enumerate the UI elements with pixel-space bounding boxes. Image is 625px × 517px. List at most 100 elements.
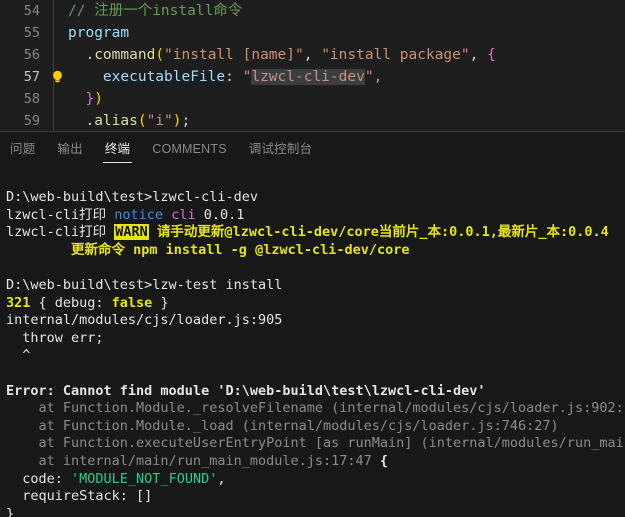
terminal-span: D:\web-build\test>lzwcl-cli-dev [6,189,258,205]
terminal-span: } [152,294,169,311]
terminal-span: code: [6,470,72,487]
code-text: .command("install [name]", "install pack… [68,44,496,66]
panel-tab-2[interactable]: 输出 [55,132,84,167]
terminal-line: ^ [6,347,619,365]
terminal-span: at internal/main/run_main_module.js:17:4… [6,452,372,469]
code-token: alias [94,113,138,129]
terminal-output[interactable]: D:\web-build\test>lzwcl-cli-dev lzwcl-cli… [0,167,625,517]
terminal-span: throw err; [6,329,104,346]
code-token: ( [137,113,147,129]
code-token: : [225,69,243,85]
terminal-span: notice [114,206,164,223]
code-token: lzwcl-cli-dev [251,69,365,85]
code-token: . [68,113,95,129]
terminal-span: false [111,294,153,311]
terminal-span: at Function.Module._resolveFilename (int… [6,400,625,417]
terminal-span: 请手动更新@lzwcl-cli-dev/core当前片_本:0.0.1,最新片_… [156,224,609,241]
terminal-span: at Function.executeUserEntryPoint [as ru… [38,435,625,452]
line-number: 54 [23,3,40,19]
terminal-line: at Function.Module._resolveFilename (int… [6,400,625,418]
panel-tab-1[interactable]: 问题 [8,132,37,167]
terminal-line: requireStack: [] [6,488,619,506]
code-token: "install [name]" [164,47,304,63]
lightbulb-icon[interactable] [50,69,65,85]
terminal-span: requireStack: [] [6,488,153,505]
code-text: executableFile: "lzwcl-cli-dev", [68,66,382,88]
code-token: executableFile [102,69,226,85]
terminal-line: 321 { debug: false } [6,295,619,313]
code-text: // 注册一个install命令 [68,0,242,22]
code-line[interactable]: 55 program [0,22,625,44]
terminal-span: { [371,452,389,469]
code-line[interactable]: 54 // 注册一个install命令 [0,0,625,22]
terminal-span [6,259,14,275]
terminal-span: 'MODULE_NOT_FOUND' [71,470,218,487]
terminal-line: at Function.Module._load (internal/modul… [6,418,619,436]
terminal-line: } [6,506,619,517]
terminal-line: internal/modules/cjs/loader.js:905 [6,312,619,330]
code-token: ) [172,113,182,129]
terminal-span: cli [171,206,196,223]
line-number: 58 [23,91,40,107]
code-token: // 注册一个install命令 [68,3,243,19]
code-token: , [469,47,488,63]
panel-tab-3[interactable]: 终端 [102,132,133,167]
terminal-line [6,365,619,383]
code-token: ; [181,113,191,129]
code-line[interactable]: 58 }) [0,88,625,110]
terminal-line: 更新命令 npm install -g @lzwcl-cli-dev/core [6,242,619,260]
code-token: command [94,47,156,63]
code-text: }) [68,88,102,110]
terminal-line-list: D:\web-build\test>lzwcl-cli-dev lzwcl-cli… [6,189,625,517]
terminal-span: ^ [6,347,31,364]
terminal-line: lzwcl-cli打印 WARN 请手动更新@lzwcl-cli-dev/cor… [6,224,619,242]
terminal-span [6,365,14,381]
terminal-span: WARN [114,224,149,241]
terminal-span: D:\web-build\test>lzw-test install [6,276,283,293]
terminal-span: Error: Cannot find module 'D:\web-build\… [6,382,486,399]
terminal-span: internal/modules/cjs/loader.js:905 [6,312,283,329]
terminal-span: 0.0.1 [195,206,245,223]
code-text: .alias("i"); [68,110,190,131]
code-text: program [68,22,129,44]
line-number: 57 [23,69,40,85]
terminal-span: at Function.Module._load (internal/modul… [6,417,559,434]
terminal-span: 321 [6,294,31,311]
code-token: ", [364,69,383,85]
code-token: . [68,47,95,63]
code-line[interactable]: 57 executableFile: "lzwcl-cli-dev", [0,66,625,88]
terminal-span: 更新命令 npm install -g @lzwcl-cli-dev/core [6,241,410,258]
code-token: } [85,91,95,107]
line-number: 55 [23,25,40,41]
editor-line-list: 54 // 注册一个install命令 55 program 56 .command("… [0,0,625,131]
panel-tab-bar: 问题 输出 终端 COMMENTS 调试控制台 [0,132,625,167]
terminal-line [6,259,619,277]
code-token: ( [155,47,165,63]
panel-tab-5[interactable]: 调试控制台 [247,132,315,167]
panel-tab-4[interactable]: COMMENTS [150,132,229,167]
code-editor[interactable]: 54 // 注册一个install命令 55 program 56 .command("… [0,0,625,131]
code-token: program [68,25,130,41]
terminal-span: lzwcl-cli打印 [6,206,115,223]
terminal-line: at internal/main/run_main_module.js:17:4… [6,453,619,471]
code-token: "i" [146,113,173,129]
code-line[interactable]: 59 .alias("i"); [0,110,625,131]
terminal-line: at Function.executeUserEntryPoint [as ru… [6,435,625,453]
code-line[interactable]: 56 .command("install [name]", "install p… [0,44,625,66]
terminal-line: code: 'MODULE_NOT_FOUND', [6,471,619,489]
terminal-line: Error: Cannot find module 'D:\web-build\… [6,383,619,401]
bottom-panel: 问题 输出 终端 COMMENTS 调试控制台 D:\web-build\test>lz… [0,131,625,517]
terminal-span: , [217,470,226,487]
code-token: , [303,47,322,63]
terminal-span [163,207,171,223]
terminal-span: lzwcl-cli打印 [6,224,115,241]
terminal-line: D:\web-build\test>lzwcl-cli-dev [6,189,619,207]
terminal-line: D:\web-build\test>lzw-test install [6,277,619,295]
terminal-span: { debug: [30,294,112,311]
terminal-line: throw err; [6,330,619,348]
line-number: 59 [23,113,40,129]
code-token: { [487,47,496,63]
terminal-span: } [6,505,15,517]
